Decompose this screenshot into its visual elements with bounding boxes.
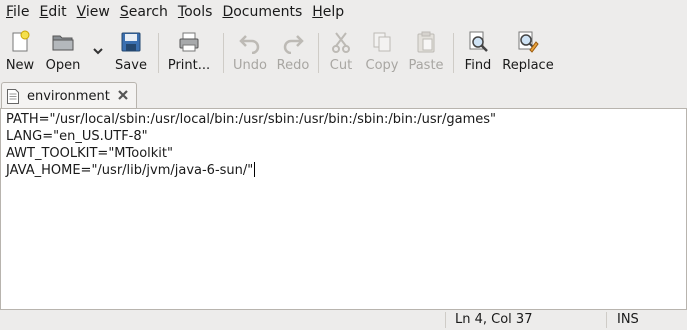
toolbar-separator [318,33,319,73]
menu-search-accel: S [119,4,129,20]
menu-edit-accel: E [39,4,49,20]
toolbar-separator [223,33,224,73]
printer-icon [179,32,199,52]
floppy-disk-icon [121,32,141,52]
cut-button[interactable]: Cut [321,25,361,79]
tab-environment[interactable]: environment [1,82,137,109]
menu-view[interactable]: View [72,0,115,24]
scissors-icon [332,32,350,53]
menu-file-accel: F [6,4,14,20]
copy-button[interactable]: Copy [361,25,403,79]
cursor-position-status: Ln 4, Col 37 [455,312,533,327]
undo-arrow-icon [239,35,260,54]
menu-bar: File Edit View Search Tools Documents He… [0,0,687,24]
paste-button-label: Paste [408,58,444,73]
status-bar: Ln 4, Col 37 INS [0,310,687,330]
menu-file-label: ile [13,4,30,20]
redo-button-label: Redo [276,58,310,73]
menu-search[interactable]: Search [115,0,173,24]
replace-button-label: Replace [502,58,554,73]
menu-edit-label: dit [48,4,67,20]
menu-view-accel: V [76,4,86,20]
redo-button[interactable]: Redo [272,25,314,79]
menu-view-label: iew [85,4,110,20]
chevron-down-icon [93,48,103,55]
paste-button[interactable]: Paste [403,25,449,79]
close-icon[interactable] [116,88,130,102]
new-document-icon [12,30,30,52]
find-button-label: Find [464,58,492,73]
undo-button[interactable]: Undo [228,25,272,79]
menu-tools[interactable]: Tools [173,0,218,24]
magnifier-icon [469,31,488,52]
folder-open-icon [52,35,74,51]
undo-button-label: Undo [233,58,267,73]
tab-label: environment [27,88,110,104]
editor-line: AWT_TOOLKIT="MToolkit" [6,146,173,161]
find-replace-icon [518,31,539,53]
text-editor[interactable]: PATH="/usr/local/sbin:/usr/local/bin:/us… [0,108,687,310]
menu-search-label: earch [128,4,168,20]
replace-button[interactable]: Replace [500,25,556,79]
status-divider [606,312,607,328]
open-recent-dropdown[interactable] [86,25,110,79]
redo-arrow-icon [283,35,304,54]
new-button-label: New [5,58,35,73]
menu-help-accel: H [312,4,323,20]
text-document-icon [7,88,19,104]
toolbar-separator [453,33,454,73]
open-button[interactable]: Open [40,25,86,79]
save-button[interactable]: Save [110,25,152,79]
find-button[interactable]: Find [456,25,500,79]
print-button-label: Print... [167,58,211,73]
toolbar: New Open Save Print... Undo Redo Cut Cop… [0,25,687,79]
editor-line-text: JAVA_HOME="/usr/lib/jvm/java-6-sun/" [6,163,254,178]
cut-button-label: Cut [329,58,353,73]
status-divider [445,312,446,328]
menu-help-label: elp [322,4,345,20]
menu-documents-accel: D [222,4,234,20]
toolbar-separator [158,33,159,73]
editor-line: LANG="en_US.UTF-8" [6,129,148,144]
insert-mode-status: INS [617,312,639,327]
editor-line-current: JAVA_HOME="/usr/lib/jvm/java-6-sun/" [6,162,256,179]
text-cursor [254,162,256,177]
menu-documents[interactable]: Documents [217,0,307,24]
menu-help[interactable]: Help [307,0,349,24]
copy-icon [373,32,391,52]
editor-line: PATH="/usr/local/sbin:/usr/local/bin:/us… [6,112,497,127]
document-tabs: environment [0,80,687,109]
clipboard-icon [417,31,435,53]
open-button-label: Open [45,58,81,73]
menu-documents-label: ocuments [233,4,303,20]
menu-file[interactable]: File [1,0,34,24]
save-button-label: Save [115,58,147,73]
menu-edit[interactable]: Edit [34,0,71,24]
new-button[interactable]: New [0,25,40,79]
copy-button-label: Copy [365,58,399,73]
print-button[interactable]: Print... [163,25,215,79]
menu-tools-label: ools [184,4,213,20]
